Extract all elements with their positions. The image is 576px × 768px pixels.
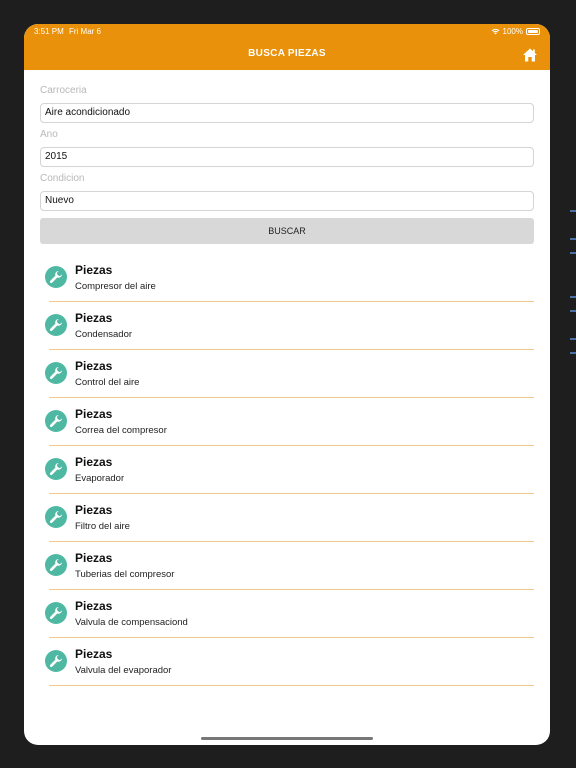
list-item[interactable]: Piezas Valvula del evaporador: [24, 638, 550, 686]
home-indicator[interactable]: [201, 737, 373, 740]
list-item[interactable]: Piezas Correa del compresor: [24, 398, 550, 446]
carroceria-input[interactable]: Aire acondicionado: [40, 103, 534, 123]
background-window-edge: [560, 200, 576, 400]
home-button[interactable]: [522, 47, 538, 63]
status-time: 3:51 PM: [34, 27, 64, 36]
wrench-icon: [45, 506, 67, 528]
field-label: Condicion: [40, 173, 85, 184]
wrench-icon: [45, 554, 67, 576]
page-title: BUSCA PIEZAS: [248, 48, 326, 59]
list-item[interactable]: Piezas Valvula de compensaciond: [24, 590, 550, 638]
item-subtitle: Valvula del evaporador: [75, 665, 172, 676]
search-form: Carroceria Aire acondicionado Ano 2015 C…: [40, 84, 534, 216]
list-item[interactable]: Piezas Evaporador: [24, 446, 550, 494]
list-item[interactable]: Piezas Compresor del aire: [24, 254, 550, 302]
condicion-input[interactable]: Nuevo: [40, 191, 534, 211]
list-item[interactable]: Piezas Tuberias del compresor: [24, 542, 550, 590]
wrench-icon: [45, 362, 67, 384]
results-list: Piezas Compresor del aire Piezas Condens…: [24, 254, 550, 686]
item-subtitle: Tuberias del compresor: [75, 569, 175, 580]
list-item[interactable]: Piezas Filtro del aire: [24, 494, 550, 542]
wrench-icon: [45, 266, 67, 288]
item-title: Piezas: [75, 551, 113, 565]
item-subtitle: Evaporador: [75, 473, 125, 484]
item-subtitle: Valvula de compensaciond: [75, 617, 188, 628]
home-icon: [523, 48, 537, 62]
item-divider: [49, 685, 534, 686]
status-right: 100%: [491, 27, 540, 36]
search-button[interactable]: BUSCAR: [40, 218, 534, 244]
item-title: Piezas: [75, 359, 113, 373]
wrench-icon: [45, 650, 67, 672]
nav-bar: BUSCA PIEZAS: [24, 40, 550, 70]
wrench-icon: [45, 458, 67, 480]
item-title: Piezas: [75, 599, 113, 613]
status-date: Fri Mar 6: [69, 27, 101, 36]
status-bar: 3:51 PM Fri Mar 6 100%: [24, 24, 550, 40]
wrench-icon: [45, 314, 67, 336]
item-title: Piezas: [75, 455, 113, 469]
item-subtitle: Compresor del aire: [75, 281, 156, 292]
item-subtitle: Correa del compresor: [75, 425, 167, 436]
item-subtitle: Filtro del aire: [75, 521, 130, 532]
item-title: Piezas: [75, 503, 113, 517]
list-item[interactable]: Piezas Control del aire: [24, 350, 550, 398]
field-label: Ano: [40, 129, 58, 140]
item-subtitle: Control del aire: [75, 377, 140, 388]
battery-percent: 100%: [502, 27, 523, 36]
wrench-icon: [45, 410, 67, 432]
item-subtitle: Condensador: [75, 329, 133, 340]
item-title: Piezas: [75, 647, 113, 661]
wrench-icon: [45, 602, 67, 624]
item-title: Piezas: [75, 311, 113, 325]
field-carroceria: Carroceria Aire acondicionado: [40, 84, 534, 123]
field-ano: Ano 2015: [40, 128, 534, 167]
item-title: Piezas: [75, 263, 113, 277]
wifi-icon: [491, 28, 499, 35]
battery-icon: [526, 28, 540, 35]
ano-input[interactable]: 2015: [40, 147, 534, 167]
item-title: Piezas: [75, 407, 113, 421]
field-label: Carroceria: [40, 85, 87, 96]
field-condicion: Condicion Nuevo: [40, 172, 534, 211]
list-item[interactable]: Piezas Condensador: [24, 302, 550, 350]
app-screen: 3:51 PM Fri Mar 6 100% BUSCA PIEZAS Carr…: [24, 24, 550, 745]
device-frame: 3:51 PM Fri Mar 6 100% BUSCA PIEZAS Carr…: [0, 0, 576, 768]
